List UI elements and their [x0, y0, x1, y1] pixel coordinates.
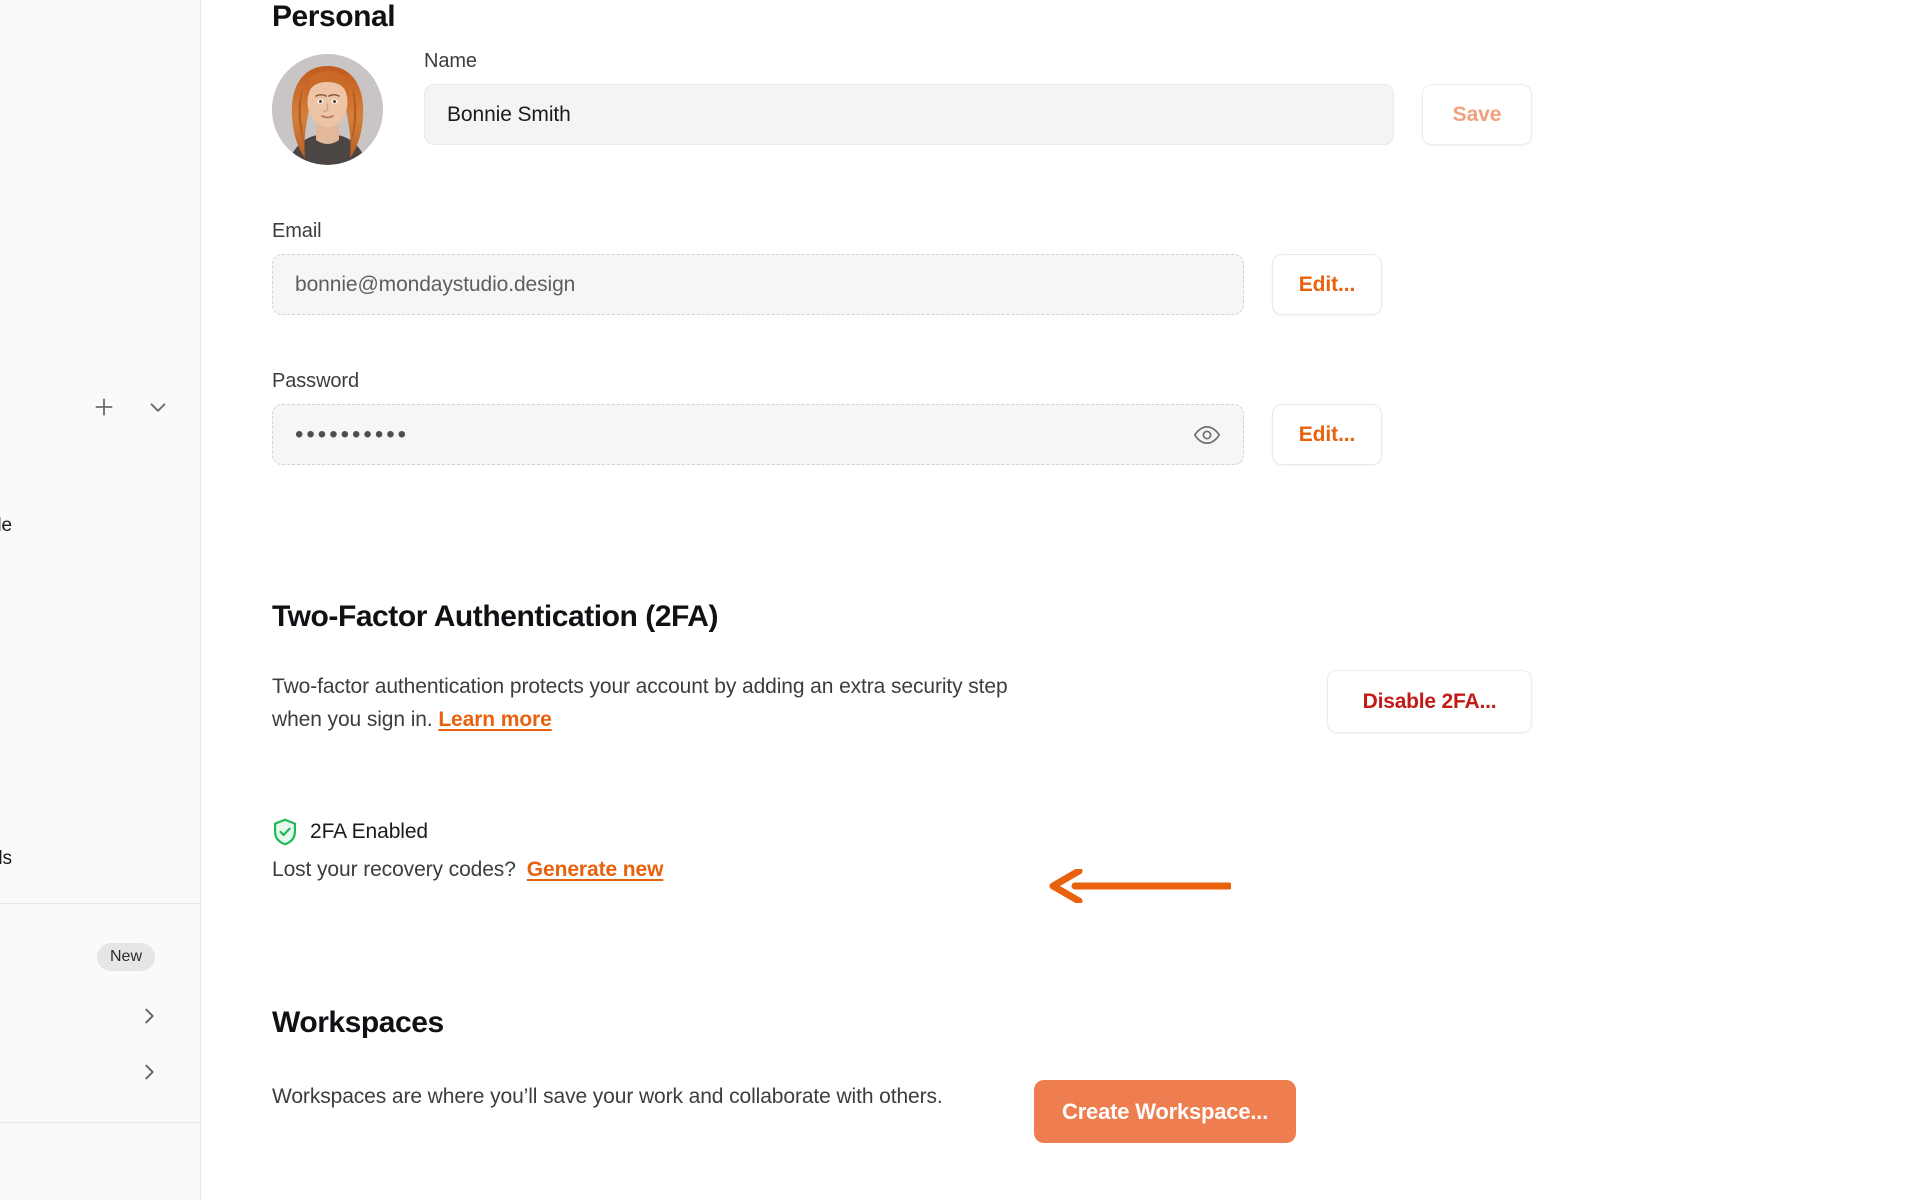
- save-button[interactable]: Save: [1422, 84, 1532, 145]
- sidebar-item-project-8[interactable]: …roposals: [0, 837, 198, 881]
- sidebar-item-project-4[interactable]: …ries: [0, 615, 198, 659]
- sidebar: …ents …th Me …Mobile …p Mobile: [0, 0, 201, 1200]
- sidebar-item-project-7[interactable]: …App: [0, 781, 198, 825]
- sidebar-expand-row-1-chevron-right-icon[interactable]: [138, 1005, 160, 1027]
- two-factor-status: 2FA Enabled: [272, 818, 1532, 846]
- two-factor-description: Two-factor authentication protects your …: [272, 670, 1062, 736]
- settings-content: Personal Name Bonnie Smith Save Email bo…: [201, 0, 1920, 1200]
- two-factor-description-text: Two-factor authentication protects your …: [272, 675, 1008, 731]
- disable-2fa-button[interactable]: Disable 2FA...: [1327, 670, 1532, 733]
- shield-check-icon: [272, 818, 298, 846]
- sidebar-item-account[interactable]: …mith: [0, 1140, 198, 1184]
- edit-password-button[interactable]: Edit...: [1272, 404, 1382, 465]
- two-factor-section: Two-Factor Authentication (2FA) Two-fact…: [272, 600, 1532, 882]
- password-masked-value: ••••••••••: [295, 420, 410, 448]
- workspaces-description: Workspaces are where you’ll save your wo…: [272, 1085, 943, 1108]
- recovery-codes-row: Lost your recovery codes? Generate new: [272, 858, 1532, 882]
- sidebar-item-project-5[interactable]: …cepts: [0, 670, 198, 714]
- new-badge-label: New: [110, 948, 143, 965]
- workspaces-section: Workspaces Workspaces are where you’ll s…: [272, 1006, 1532, 1143]
- avatar[interactable]: [272, 54, 383, 165]
- edit-email-button[interactable]: Edit...: [1272, 254, 1382, 315]
- eye-icon[interactable]: [1193, 421, 1221, 449]
- plus-icon[interactable]: [91, 394, 117, 420]
- password-input[interactable]: ••••••••••: [272, 404, 1244, 465]
- workspaces-description-block: Workspaces are where you’ll save your wo…: [272, 1080, 992, 1113]
- recovery-codes-question: Lost your recovery codes?: [272, 858, 516, 881]
- chevron-down-icon[interactable]: [145, 394, 171, 420]
- create-workspace-button[interactable]: Create Workspace...: [1034, 1080, 1297, 1143]
- sidebar-item-project-1[interactable]: …Mobile: [0, 448, 198, 492]
- sidebar-divider-bottom: [0, 1122, 200, 1123]
- learn-more-link[interactable]: Learn more: [438, 708, 551, 731]
- sidebar-item-shared-with-me[interactable]: …th Me: [0, 137, 198, 181]
- name-input[interactable]: Bonnie Smith: [424, 84, 1394, 145]
- personal-section-title: Personal: [272, 0, 396, 33]
- two-factor-status-label: 2FA Enabled: [310, 820, 428, 843]
- password-label: Password: [272, 370, 360, 392]
- generate-new-link[interactable]: Generate new: [527, 858, 664, 882]
- email-input[interactable]: bonnie@mondaystudio.design: [272, 254, 1244, 315]
- sidebar-item-documents[interactable]: …ents: [0, 26, 198, 70]
- new-badge: New: [97, 943, 156, 971]
- sidebar-item-label: …roposals: [0, 848, 12, 869]
- sidebar-expand-row-2-chevron-right-icon[interactable]: [138, 1061, 160, 1083]
- email-label: Email: [272, 220, 322, 242]
- sidebar-item-label: …p Mobile: [0, 515, 12, 536]
- name-field-group: Name Bonnie Smith Save: [424, 50, 1532, 145]
- sidebar-divider-top: [0, 903, 200, 904]
- sidebar-item-project-2[interactable]: …p Mobile: [0, 504, 198, 548]
- password-field-group: Password •••••••••• Edit...: [272, 370, 1382, 465]
- two-factor-section-title: Two-Factor Authentication (2FA): [272, 600, 719, 633]
- two-factor-description-block: Two-factor authentication protects your …: [272, 670, 1285, 736]
- email-field-group: Email bonnie@mondaystudio.design Edit...: [272, 220, 1382, 315]
- name-label: Name: [424, 50, 477, 72]
- workspaces-section-title: Workspaces: [272, 1006, 444, 1039]
- sidebar-item-project-3[interactable]: …er: [0, 559, 198, 603]
- sidebar-item-project-6[interactable]: …ion: [0, 726, 198, 770]
- sidebar-section-toolbar: [0, 385, 200, 429]
- settings-screen: …ents …th Me …Mobile …p Mobile: [0, 0, 1920, 1200]
